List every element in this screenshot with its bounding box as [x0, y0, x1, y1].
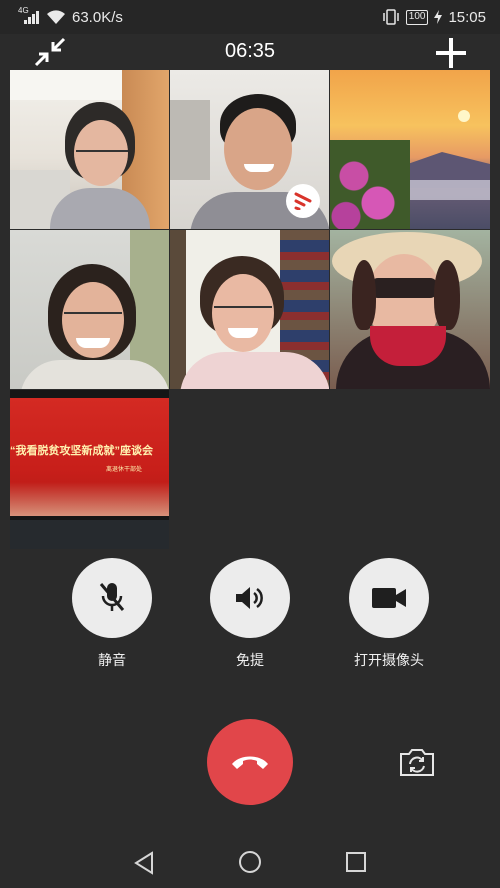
- end-call-icon: [232, 756, 268, 769]
- add-participant-button[interactable]: [436, 38, 466, 68]
- participant-video-5[interactable]: [170, 230, 329, 389]
- back-icon[interactable]: [133, 851, 155, 875]
- hangup-button[interactable]: [207, 719, 293, 805]
- video-camera-icon: [372, 588, 406, 608]
- clock: 15:05: [448, 8, 486, 26]
- mute-button[interactable]: [72, 558, 152, 638]
- network-speed: 63.0K/s: [72, 8, 123, 26]
- wifi-icon: [47, 9, 65, 24]
- participant-video-2[interactable]: [170, 70, 329, 229]
- camera-control: 打开摄像头: [349, 558, 429, 670]
- call-timer: 06:35: [224, 40, 276, 62]
- camera-button[interactable]: [349, 558, 429, 638]
- participant-video-6[interactable]: [330, 230, 490, 389]
- call-controls: 静音 免提 打开摄像头: [0, 558, 500, 678]
- speaker-control: 免提: [210, 558, 290, 670]
- participant-video-4[interactable]: [10, 230, 169, 389]
- speaker-button[interactable]: [210, 558, 290, 638]
- mute-control: 静音: [72, 558, 152, 670]
- battery-indicator: 100: [405, 9, 429, 25]
- home-icon[interactable]: [239, 851, 261, 873]
- sun: [458, 110, 470, 122]
- network-type-label: 4G: [18, 6, 29, 15]
- banner-title: “我看脱贫攻坚新成就”座谈会: [10, 445, 153, 457]
- speaking-indicator-icon: [286, 184, 320, 218]
- speaker-icon: [236, 587, 263, 609]
- recent-apps-icon[interactable]: [346, 852, 366, 872]
- meeting-banner: “我看脱贫攻坚新成就”座谈会 离退休干部处: [10, 398, 169, 516]
- status-right: 100 15:05: [382, 9, 486, 26]
- participant-video-7[interactable]: “我看脱贫攻坚新成就”座谈会 离退休干部处: [10, 390, 169, 549]
- status-left: 4G 63.0K/s: [18, 6, 123, 26]
- mic-off-icon: [99, 583, 125, 611]
- mute-label: 静音: [98, 652, 126, 668]
- signal-icon: 4G: [18, 6, 40, 24]
- participant-video-1[interactable]: [10, 70, 169, 229]
- navigation-bar: [0, 835, 500, 888]
- camera-label: 打开摄像头: [354, 652, 424, 668]
- sunglasses: [370, 278, 438, 298]
- call-top-bar: 06:35: [0, 34, 500, 70]
- vibrate-icon: [383, 9, 399, 25]
- status-bar: 4G 63.0K/s 100 15:05: [0, 0, 500, 34]
- switch-camera-icon[interactable]: [398, 746, 436, 778]
- charging-icon: [434, 10, 443, 24]
- participant-video-3[interactable]: [330, 70, 490, 229]
- speaker-label: 免提: [236, 652, 264, 668]
- banner-subtitle: 离退休干部处: [106, 467, 143, 473]
